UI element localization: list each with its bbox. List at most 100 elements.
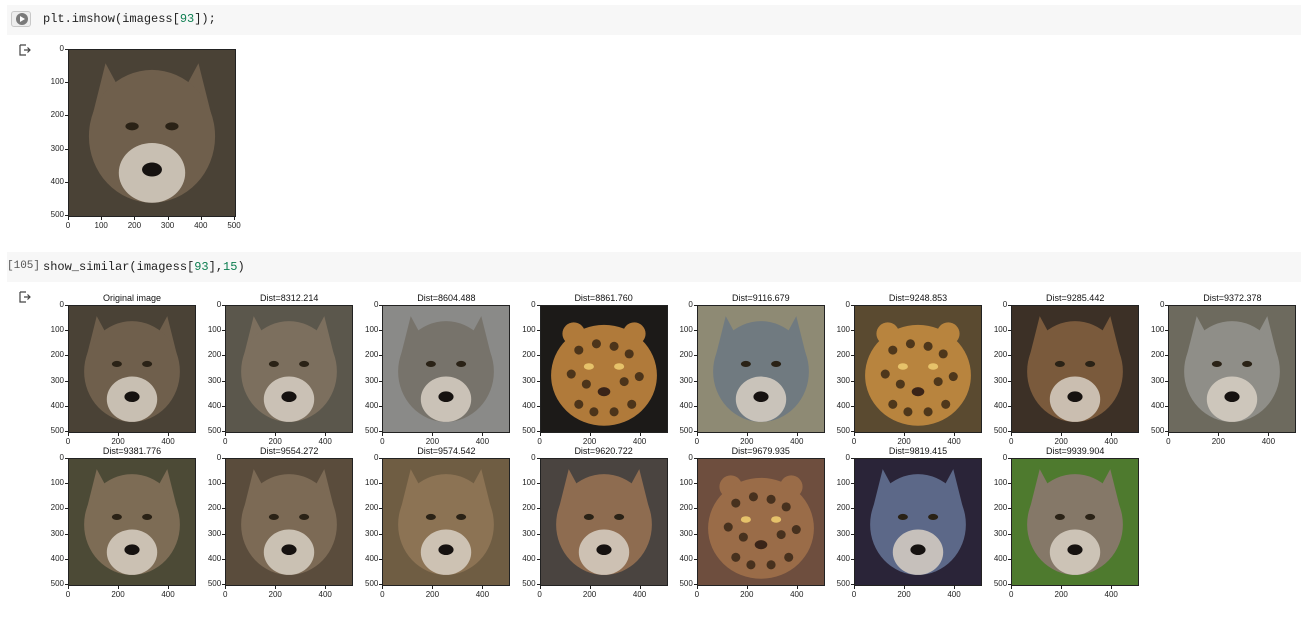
y-tick-mark [536, 330, 540, 332]
y-tick-mark [1165, 431, 1169, 432]
x-tick-label: 400 [161, 437, 175, 446]
y-tick-mark [65, 431, 68, 432]
x-tick-label: 0 [65, 590, 71, 599]
y-tick-mark [379, 405, 383, 407]
y-tick-label: 300 [207, 528, 222, 538]
y-tick-label: 400 [993, 400, 1008, 410]
x-tick-mark [275, 433, 277, 436]
y-tick-mark [379, 508, 383, 510]
x-tick-label: 400 [194, 221, 208, 230]
y-tick-label: 500 [365, 579, 379, 588]
panel-image [854, 458, 982, 586]
y-tick-label: 0 [59, 453, 64, 462]
y-tick-mark [222, 584, 226, 585]
execution-count: [105] [7, 260, 41, 272]
y-tick-label: 100 [207, 325, 222, 335]
panel-title: Dist=8861.760 [574, 293, 633, 303]
y-tick-label: 100 [365, 478, 379, 488]
panel-image [1011, 305, 1140, 433]
x-tick-mark [382, 433, 384, 436]
y-tick-label: 500 [522, 579, 536, 588]
code-number: 15 [223, 260, 238, 274]
x-tick-mark [482, 433, 484, 436]
y-tick-label: 400 [207, 553, 222, 563]
y-tick-label: 200 [679, 350, 693, 360]
y-tick-label: 0 [216, 453, 222, 462]
y-tick-mark [65, 49, 68, 50]
panel-image [696, 458, 825, 586]
x-tick-label: 0 [1008, 437, 1014, 446]
y-tick-label: 500 [50, 210, 64, 219]
x-tick-label: 500 [227, 221, 241, 230]
y-tick-label: 0 [373, 300, 379, 309]
x-tick-mark [68, 433, 69, 436]
panel-image [382, 458, 511, 586]
code-cell-show-similar[interactable]: [105] show_similar(imagess[93],15) [7, 252, 1301, 282]
y-tick-label: 100 [365, 325, 379, 335]
y-tick-mark [536, 483, 540, 485]
y-tick-label: 500 [522, 426, 536, 435]
y-tick-mark [536, 458, 540, 459]
y-tick-mark [1008, 483, 1012, 485]
x-tick-label: 200 [425, 437, 440, 446]
x-tick-label: 0 [1166, 437, 1171, 446]
y-tick-label: 300 [679, 528, 693, 538]
y-tick-label: 400 [365, 400, 379, 410]
panel-title: Dist=9116.679 [731, 293, 790, 303]
output-icon[interactable] [19, 44, 31, 56]
y-tick-label: 500 [50, 579, 64, 588]
x-tick-mark [696, 433, 698, 436]
x-tick-mark [639, 433, 641, 436]
imshow-image [68, 49, 236, 217]
y-tick-mark [693, 330, 697, 332]
y-tick-mark [65, 533, 68, 535]
panel-image [539, 305, 668, 433]
x-tick-mark [225, 586, 227, 589]
x-tick-label: 300 [160, 221, 175, 230]
code-text: ]); [194, 12, 216, 26]
y-tick-mark [536, 431, 540, 432]
y-tick-mark [379, 458, 383, 459]
x-tick-label: 0 [65, 221, 71, 230]
x-tick-mark [432, 586, 434, 589]
y-tick-mark [222, 508, 226, 510]
x-tick-mark [854, 433, 855, 436]
code-number: 93 [179, 12, 195, 26]
x-tick-label: 0 [851, 590, 857, 599]
y-tick-label: 200 [836, 350, 850, 360]
code-editor[interactable]: plt.imshow(imagess[93]); [43, 12, 216, 26]
y-tick-mark [536, 305, 540, 306]
y-tick-mark [851, 355, 854, 357]
x-tick-label: 0 [380, 590, 385, 599]
y-tick-label: 500 [679, 579, 693, 588]
panel-title: Dist=8604.488 [417, 293, 476, 303]
y-tick-label: 400 [50, 400, 64, 410]
y-tick-mark [65, 305, 68, 306]
x-tick-mark [118, 586, 119, 589]
y-tick-label: 200 [365, 503, 379, 513]
y-tick-label: 0 [59, 300, 64, 309]
y-tick-mark [222, 405, 226, 407]
run-cell-button[interactable] [11, 11, 31, 27]
y-tick-mark [65, 148, 68, 150]
output-icon[interactable] [19, 291, 31, 303]
y-tick-mark [1165, 355, 1169, 357]
y-tick-mark [693, 458, 697, 459]
x-tick-label: 400 [790, 437, 804, 446]
x-tick-label: 400 [1104, 437, 1118, 446]
code-editor[interactable]: show_similar(imagess[93],15) [43, 260, 245, 274]
x-tick-mark [589, 586, 591, 589]
panel-image [1011, 458, 1140, 586]
x-tick-mark [639, 586, 641, 589]
y-tick-label: 0 [845, 300, 850, 309]
y-tick-mark [65, 458, 68, 459]
x-tick-label: 200 [1211, 437, 1226, 446]
x-tick-label: 200 [1054, 590, 1068, 599]
x-tick-label: 0 [537, 590, 542, 599]
code-cell-imshow[interactable]: plt.imshow(imagess[93]); [7, 5, 1301, 35]
y-tick-mark [65, 405, 68, 407]
y-tick-label: 300 [50, 375, 64, 385]
x-tick-mark [1111, 586, 1113, 589]
y-tick-mark [536, 533, 540, 535]
y-tick-mark [693, 431, 697, 432]
